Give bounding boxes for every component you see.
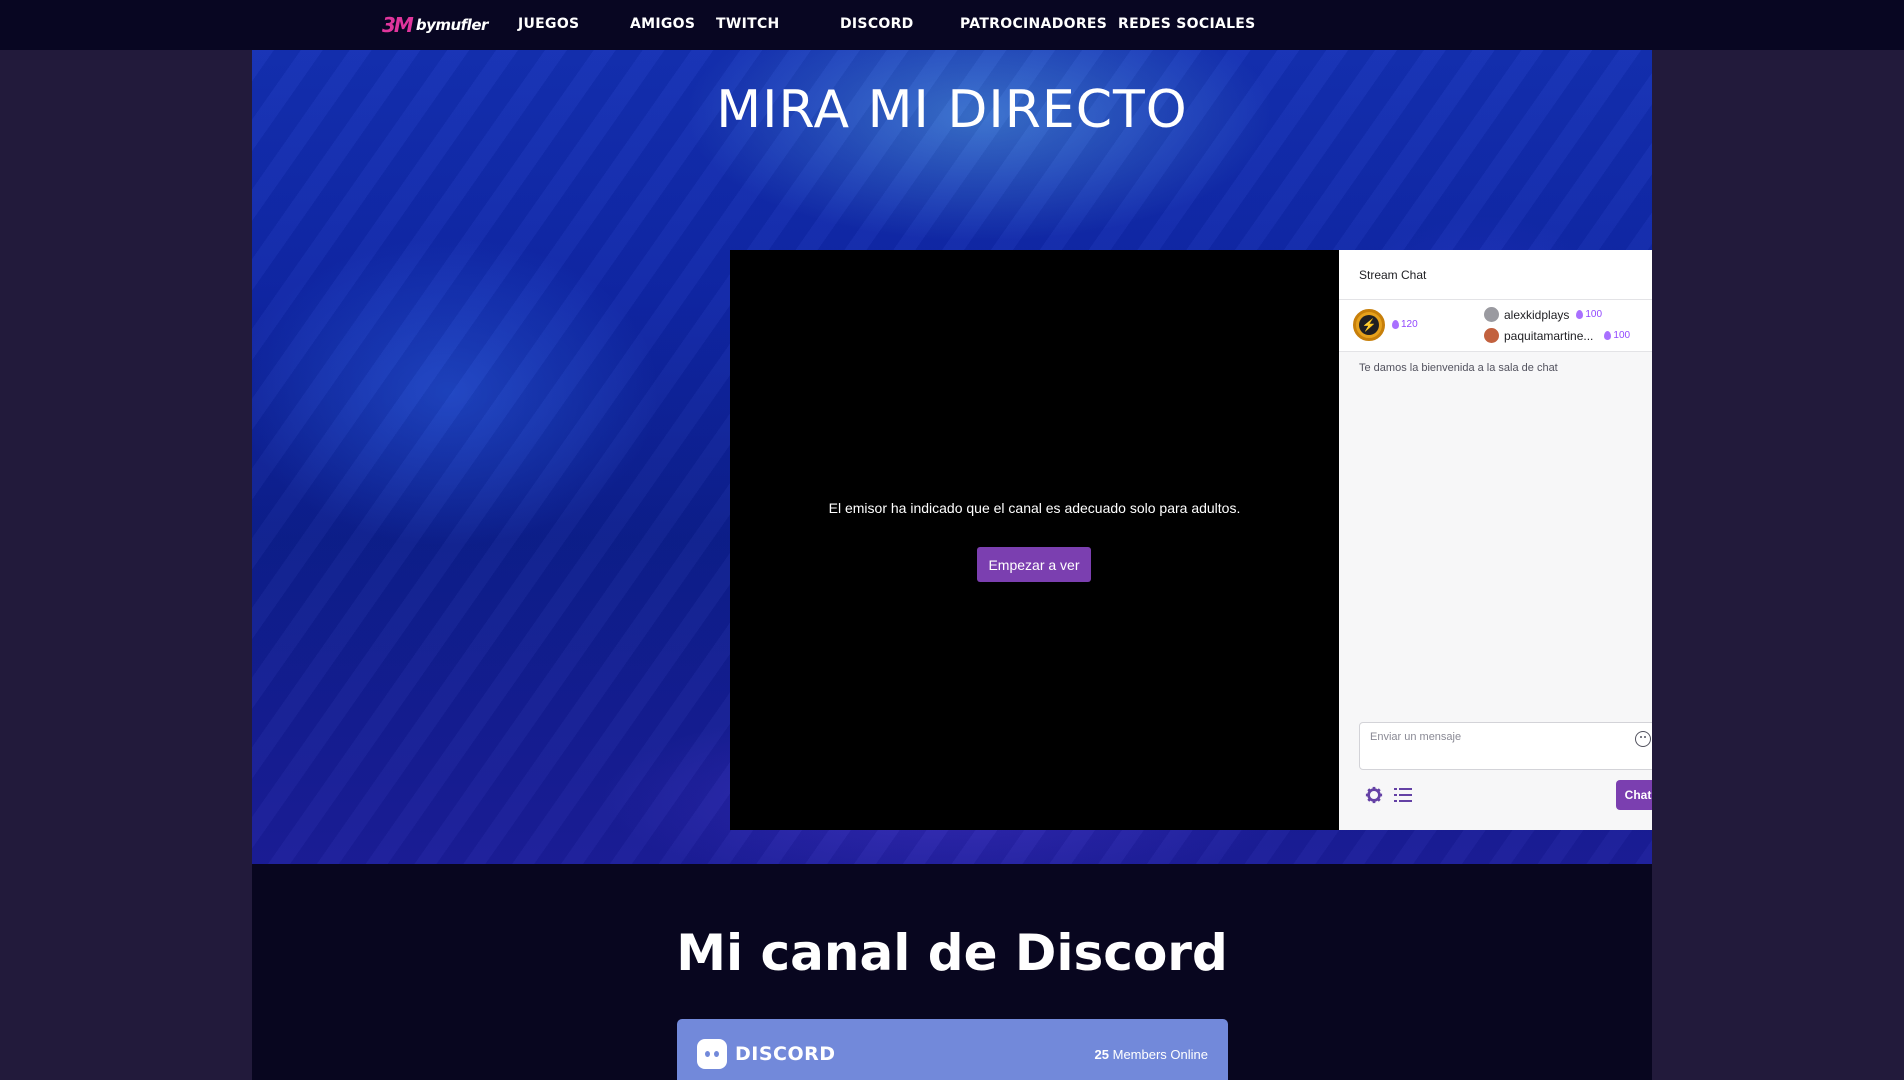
site-logo[interactable]: 3M bymufler bbox=[382, 12, 488, 38]
discord-members-online: 25 Members Online bbox=[1094, 1047, 1208, 1062]
discord-widget[interactable]: DISCORD 25 Members Online bbox=[677, 1019, 1228, 1080]
chat-send-button[interactable]: Chat bbox=[1616, 780, 1652, 810]
nav-item-redes-sociales[interactable]: REDES SOCIALES bbox=[1118, 16, 1256, 32]
top-supporter-badge-icon: ⚡ bbox=[1353, 309, 1385, 341]
discord-section: Mi canal de Discord DISCORD 25 Members O… bbox=[252, 864, 1652, 1080]
page-title: MIRA MI DIRECTO bbox=[716, 80, 1188, 140]
video-player[interactable]: El emisor ha indicado que el canal es ad… bbox=[730, 250, 1339, 830]
chat-leaderboard[interactable]: ⚡ 120 alexkidplays 100 paquitamartine... bbox=[1339, 300, 1652, 352]
avatar bbox=[1484, 307, 1499, 322]
chat-header: Stream Chat bbox=[1339, 250, 1652, 300]
discord-icon bbox=[697, 1039, 727, 1069]
channel-points-icon bbox=[1392, 320, 1399, 329]
discord-logo: DISCORD bbox=[697, 1039, 836, 1069]
leaderboard-username: alexkidplays bbox=[1504, 307, 1570, 322]
leaderboard-entry: paquitamartine... 100 bbox=[1484, 328, 1630, 343]
nav-item-juegos[interactable]: JUEGOS bbox=[518, 16, 579, 32]
leaderboard-points: 100 bbox=[1576, 309, 1602, 320]
user-list-icon[interactable] bbox=[1394, 787, 1412, 803]
chat-message-input[interactable]: Enviar un mensaje bbox=[1359, 722, 1652, 770]
nav-item-twitch[interactable]: TWITCH bbox=[716, 16, 780, 32]
leaderboard-entry: alexkidplays 100 bbox=[1484, 307, 1602, 322]
chat-input-placeholder: Enviar un mensaje bbox=[1370, 731, 1462, 743]
channel-points-icon bbox=[1604, 331, 1612, 340]
gear-icon[interactable] bbox=[1365, 786, 1383, 804]
avatar bbox=[1484, 328, 1499, 343]
leaderboard-username: paquitamartine... bbox=[1504, 328, 1594, 343]
nav-item-discord[interactable]: DISCORD bbox=[840, 16, 914, 32]
top-points: 120 bbox=[1392, 319, 1418, 330]
leaderboard-points: 100 bbox=[1604, 330, 1630, 341]
emoji-icon[interactable] bbox=[1635, 731, 1651, 747]
nav-item-amigos[interactable]: AMIGOS bbox=[630, 16, 695, 32]
logo-text: bymufler bbox=[415, 16, 489, 34]
chat-welcome-message: Te damos la bienvenida a la sala de chat bbox=[1359, 362, 1558, 374]
top-nav: 3M bymufler JUEGOS AMIGOS TWITCH DISCORD… bbox=[0, 0, 1904, 50]
channel-points-icon bbox=[1576, 310, 1584, 319]
discord-section-title: Mi canal de Discord bbox=[676, 924, 1228, 982]
mature-content-warning: El emisor ha indicado que el canal es ad… bbox=[828, 500, 1241, 516]
stream-chat: Stream Chat ⚡ 120 alexkidplays 100 paqui… bbox=[1339, 250, 1652, 830]
start-watching-button[interactable]: Empezar a ver bbox=[977, 547, 1091, 582]
nav-item-patrocinadores[interactable]: PATROCINADORES bbox=[960, 16, 1107, 32]
logo-mark: 3M bbox=[382, 13, 414, 37]
stream-hero: MIRA MI DIRECTO El emisor ha indicado qu… bbox=[252, 50, 1652, 864]
